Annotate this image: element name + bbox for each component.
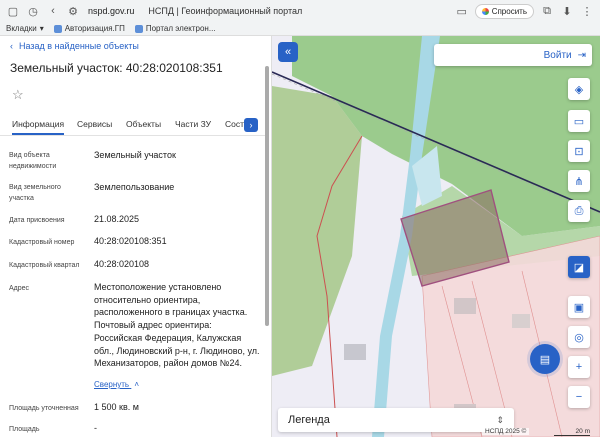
gosuslugi-button[interactable]: ◪ (568, 256, 590, 278)
prop-value-area: - (94, 423, 97, 433)
minimap-button[interactable]: ▣ (568, 296, 590, 318)
minus-icon: − (575, 391, 583, 403)
share-icon: ⋔ (574, 175, 584, 188)
tab-info[interactable]: Информация (12, 119, 65, 135)
map-scale: 20 m (554, 428, 590, 436)
gosuslugi-icon: ◪ (573, 261, 585, 274)
favorite-star-icon[interactable]: ☆ (12, 87, 24, 103)
chevron-right-icon[interactable]: › (244, 118, 258, 132)
map-view[interactable]: « Войти ⇥ ◈ ▭ ⊡ ⋔ ⎙ ◪ ▣ ◎ + − ▤ Легенда … (272, 36, 600, 437)
prop-value-cadastral-number: 40:28:020108:351 (94, 236, 167, 246)
ask-button-label: Спросить (491, 6, 527, 16)
chevron-left-icon: ‹ (10, 41, 13, 51)
collapse-link-label: Свернуть (94, 380, 130, 389)
print-button[interactable]: ⎙ (568, 200, 590, 222)
back-link-label: Назад в найденные объекты (19, 41, 139, 51)
zoom-in-button[interactable]: + (568, 356, 590, 378)
ai-icon (481, 7, 489, 15)
prop-label-cadastral-number: Кадастровый номер (9, 239, 75, 246)
share-button[interactable]: ⋔ (568, 170, 590, 192)
prop-label-land-kind: Вид земельного участка (9, 184, 61, 202)
prop-label-area: Площадь (9, 426, 40, 433)
login-icon: ⇥ (577, 49, 586, 61)
prop-value-date: 21.08.2025 (94, 214, 140, 224)
bookmarks-bar: Вкладки ▾ Авторизация.ГП Портал электрон.… (0, 22, 600, 36)
collapse-address-link[interactable]: Свернуть ˄ (94, 380, 139, 389)
browser-toolbar: ▢ ◷ ‹ ⚙ nspd.gov.ru НСПД | Геоинформацио… (0, 0, 600, 22)
map-canvas[interactable] (272, 36, 600, 437)
tab-composition[interactable]: Состав (225, 119, 245, 129)
measure-button[interactable]: ▭ (568, 110, 590, 132)
bookmark-item[interactable]: Портал электрон... (134, 24, 216, 33)
prop-value-object-kind: Земельный участок (94, 150, 176, 160)
bookmarks-menu-label: Вкладки (6, 24, 37, 33)
layers-button[interactable]: ◈ (568, 78, 590, 100)
bookmark-item-label: Авторизация.ГП (64, 24, 125, 33)
ruler-icon: ▭ (573, 115, 585, 128)
extensions-icon[interactable]: ⧉ (540, 4, 554, 18)
zoom-out-button[interactable]: − (568, 386, 590, 408)
building (454, 298, 476, 314)
login-button[interactable]: Войти ⇥ (434, 44, 592, 66)
prop-label-object-kind: Вид объекта недвижимости (9, 152, 57, 170)
layers-icon: ◈ (574, 83, 584, 96)
building (344, 344, 366, 360)
chat-button[interactable]: ▤ (530, 344, 560, 374)
building (512, 314, 530, 328)
downloads-icon[interactable]: ⬇ (560, 4, 574, 18)
tab-objects[interactable]: Объекты (126, 119, 161, 129)
prop-value-area-refined: 1 500 кв. м (94, 402, 139, 412)
map-attribution: НСПД 2025 © (482, 428, 530, 435)
bookmark-item-label: Портал электрон... (145, 24, 216, 33)
bookmark-icon[interactable]: ▭ (455, 4, 469, 18)
prop-value-land-kind: Землепользование (94, 182, 175, 192)
object-info-panel: ‹ Назад в найденные объекты Земельный уч… (0, 36, 272, 437)
chevron-updown-icon: ⇕ (496, 414, 504, 425)
collapse-panel-button[interactable]: « (278, 42, 298, 62)
prop-value-address: Местоположение установлено относительно … (94, 282, 260, 369)
favicon-icon (53, 24, 62, 33)
bookmarks-menu[interactable]: Вкладки ▾ (6, 24, 44, 33)
select-area-icon: ⊡ (574, 145, 584, 158)
prop-label-date: Дата присвоения (9, 217, 65, 224)
select-area-button[interactable]: ⊡ (568, 140, 590, 162)
prop-label-address: Адрес (9, 285, 30, 292)
minimap-icon: ▣ (573, 301, 585, 314)
bookmark-item[interactable]: Авторизация.ГП (53, 24, 125, 33)
plus-icon: + (575, 361, 583, 373)
back-icon[interactable]: ‹ (46, 4, 60, 18)
site-info-icon[interactable]: ⚙ (66, 4, 80, 18)
page-title: Земельный участок: 40:28:020108:351 (10, 61, 223, 75)
prop-label-area-refined: Площадь уточненная (9, 405, 79, 412)
history-icon[interactable]: ◷ (26, 4, 40, 18)
legend-label: Легенда (288, 414, 330, 426)
ask-button[interactable]: Спросить (474, 3, 534, 19)
browser-tab-title: НСПД | Геоинформационный портал (148, 6, 303, 16)
prop-value-cadastral-quarter: 40:28:020108 (94, 259, 150, 269)
tab-parts[interactable]: Части ЗУ (175, 119, 211, 129)
address-bar[interactable]: nspd.gov.ru (88, 6, 134, 16)
favicon-icon (134, 24, 143, 33)
print-icon: ⎙ (574, 204, 584, 217)
back-to-results-link[interactable]: ‹ Назад в найденные объекты (10, 41, 139, 51)
panel-scrollbar[interactable] (265, 66, 269, 326)
chat-icon: ▤ (539, 353, 551, 366)
prop-label-cadastral-quarter: Кадастровый квартал (9, 262, 80, 269)
tab-services[interactable]: Сервисы (77, 119, 112, 129)
chevron-down-icon: ▾ (39, 24, 44, 33)
info-tabs: Информация Сервисы Объекты Части ЗУ Сост… (0, 116, 265, 136)
location-button[interactable]: ◎ (568, 326, 590, 348)
chevron-up-icon: ˄ (134, 380, 139, 389)
sidebar-icon[interactable]: ▢ (6, 4, 20, 18)
legend-dropdown[interactable]: Легенда ⇕ (278, 408, 514, 432)
double-chevron-left-icon: « (284, 46, 292, 58)
menu-icon[interactable]: ⋮ (580, 4, 594, 18)
login-button-label: Войти (543, 49, 572, 61)
location-icon: ◎ (574, 331, 584, 344)
